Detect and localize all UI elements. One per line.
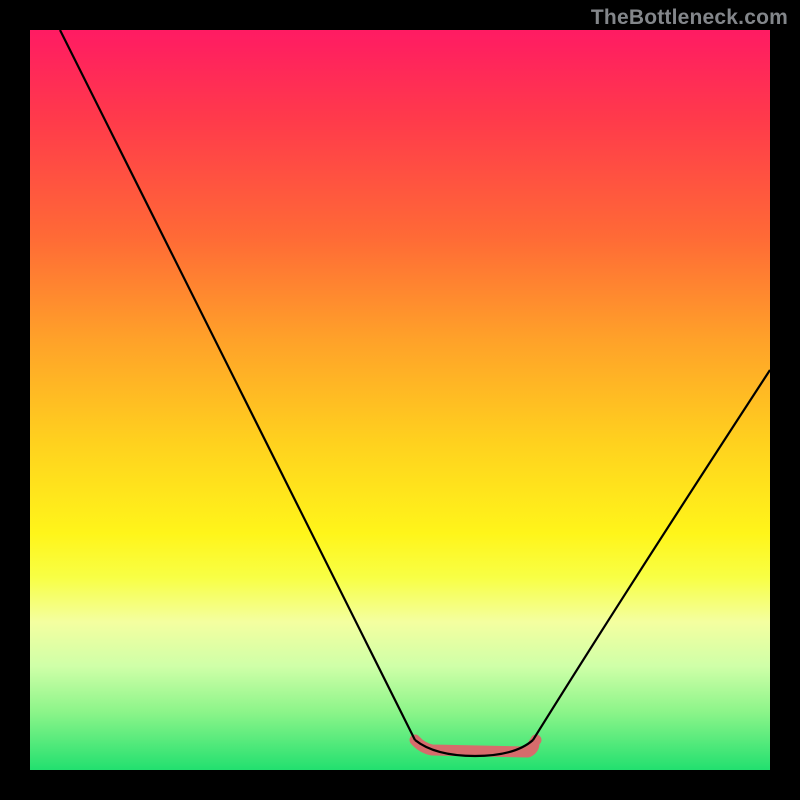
curve-right-slope bbox=[533, 370, 770, 740]
curve-layer bbox=[30, 30, 770, 770]
curve-left-slope bbox=[60, 30, 415, 740]
attribution-label: TheBottleneck.com bbox=[591, 6, 788, 30]
chart-frame: TheBottleneck.com bbox=[0, 0, 800, 800]
plot-area bbox=[30, 30, 770, 770]
